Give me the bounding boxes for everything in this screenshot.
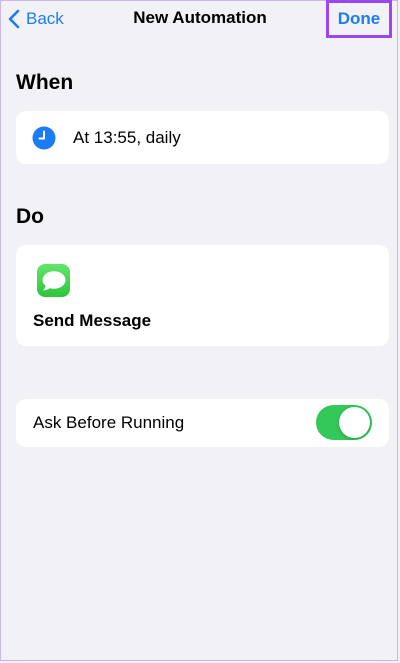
done-button[interactable]: Done xyxy=(326,0,392,38)
toggle-knob xyxy=(339,407,370,438)
messages-icon xyxy=(37,264,70,297)
when-trigger-row[interactable]: At 13:55, daily xyxy=(16,111,389,164)
navigation-bar: Back New Automation Done xyxy=(0,0,400,40)
chevron-left-icon xyxy=(8,9,20,29)
do-section-title: Do xyxy=(16,205,44,228)
back-label: Back xyxy=(26,9,64,28)
ask-before-running-toggle[interactable] xyxy=(316,405,372,440)
when-section-title: When xyxy=(16,71,74,94)
trigger-label: At 13:55, daily xyxy=(73,128,181,147)
action-label: Send Message xyxy=(33,311,152,330)
ask-before-running-label: Ask Before Running xyxy=(33,413,185,432)
clock-icon xyxy=(32,126,56,150)
ask-before-running-row: Ask Before Running xyxy=(16,399,389,447)
done-label: Done xyxy=(337,9,381,28)
back-button[interactable]: Back xyxy=(8,6,64,32)
send-message-action[interactable]: Send Message xyxy=(16,245,389,346)
